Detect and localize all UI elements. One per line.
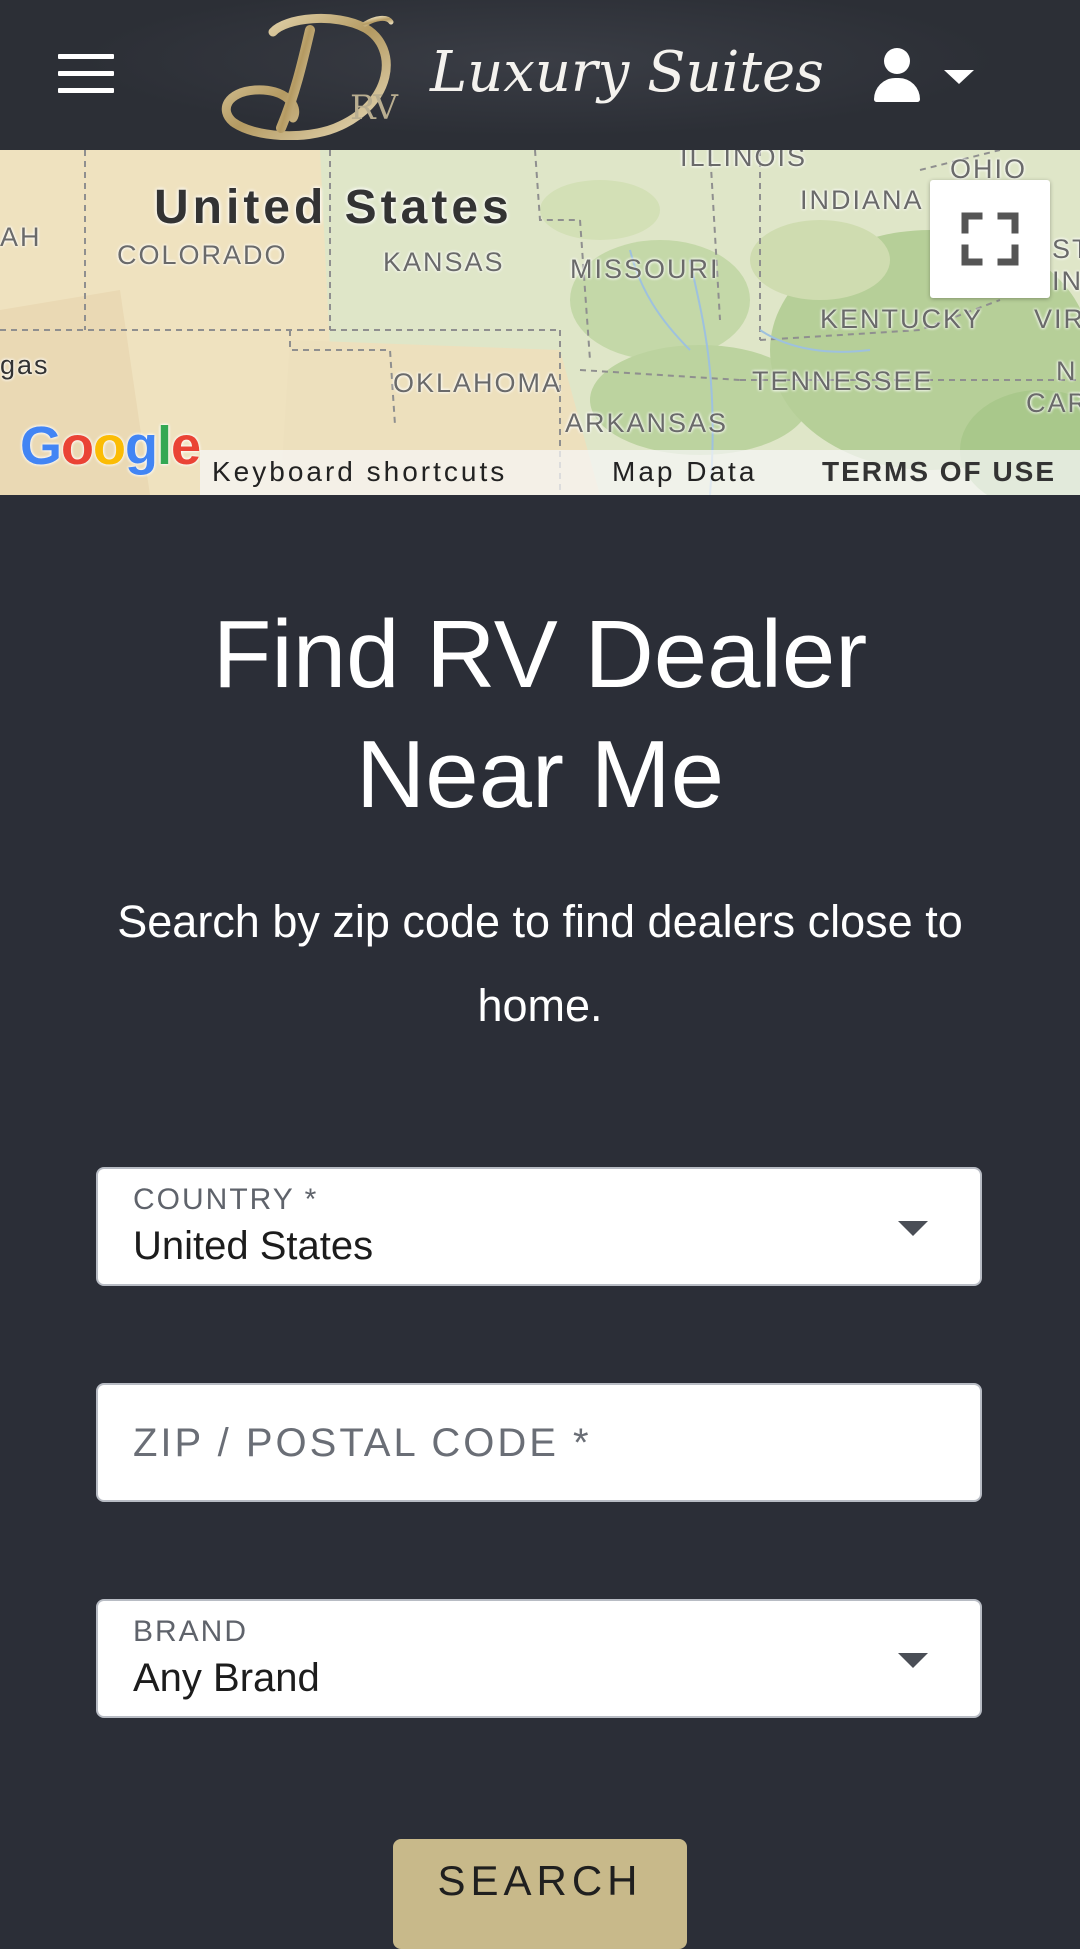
search-button[interactable]: SEARCH [393, 1839, 687, 1949]
map-state-label: ILLINOIS [680, 150, 808, 172]
caret-down-icon [944, 70, 974, 84]
google-logo-letter: o [93, 416, 126, 476]
hamburger-line [58, 54, 114, 59]
dealer-map[interactable]: United States ILLINOIS OHIO INDIANA AH C… [0, 150, 1080, 495]
page-title-line: Find RV Dealer [212, 601, 868, 708]
country-select-value: United States [133, 1224, 374, 1268]
zip-code-input[interactable] [133, 1415, 933, 1471]
brand-logo[interactable]: RV Luxury Suites [215, 10, 824, 140]
chevron-down-icon [898, 1653, 928, 1668]
map-state-label: CAR [1026, 388, 1080, 418]
zip-code-field[interactable] [96, 1383, 982, 1502]
map-state-label: INDIANA [800, 185, 924, 215]
google-logo[interactable]: Google [20, 415, 201, 477]
map-state-label: N [1056, 356, 1078, 386]
logo-wordmark: Luxury Suites [430, 40, 824, 105]
map-city-label: gas [0, 350, 50, 380]
terms-of-use-link[interactable]: TERMS OF USE [822, 456, 1056, 488]
user-account-menu[interactable] [870, 48, 980, 104]
brand-select-label: BRAND [133, 1615, 249, 1648]
map-fullscreen-button[interactable] [930, 180, 1050, 298]
fullscreen-icon [961, 212, 1019, 266]
map-state-label: ST [1052, 234, 1080, 264]
country-select-label: COUNTRY * [133, 1183, 319, 1216]
hamburger-menu-icon[interactable] [58, 54, 114, 94]
map-state-label: COLORADO [117, 240, 288, 270]
page-subtitle: Search by zip code to find dealers close… [117, 896, 963, 1031]
google-logo-letter: G [20, 416, 62, 476]
map-state-label: KANSAS [383, 247, 505, 277]
google-logo-letter: g [125, 416, 158, 476]
map-state-label: KENTUCKY [820, 304, 984, 334]
map-state-label: VIR [1034, 304, 1080, 334]
chevron-down-icon [898, 1221, 928, 1236]
hamburger-line [58, 88, 114, 93]
map-state-label: AH [0, 222, 42, 252]
map-state-label: OKLAHOMA [393, 368, 563, 398]
map-state-label: ARKANSAS [565, 408, 729, 438]
user-icon [884, 48, 910, 74]
site-header: RV Luxury Suites [0, 0, 1080, 150]
map-data-link[interactable]: Map Data [612, 456, 757, 488]
map-state-label: TENNESSEE [752, 366, 934, 396]
map-country-label: United States [154, 181, 513, 234]
google-logo-letter: e [171, 416, 201, 476]
page-title-line: Near Me [355, 721, 725, 828]
brand-select-value: Any Brand [133, 1656, 320, 1700]
logo-rv-text: RV [350, 88, 398, 128]
map-state-label: IN [1052, 266, 1080, 296]
map-attribution-bar: Keyboard shortcuts Map Data TERMS OF USE [200, 450, 1080, 495]
page-title: Find RV Dealer Near Me [0, 595, 1080, 835]
hamburger-line [58, 71, 114, 76]
keyboard-shortcuts-link[interactable]: Keyboard shortcuts [212, 456, 507, 488]
google-logo-letter: l [157, 416, 172, 476]
user-icon-body [874, 78, 920, 102]
map-state-label: MISSOURI [570, 254, 720, 284]
country-select[interactable]: COUNTRY * United States [96, 1167, 982, 1286]
brand-select[interactable]: BRAND Any Brand [96, 1599, 982, 1718]
google-logo-letter: o [61, 416, 94, 476]
